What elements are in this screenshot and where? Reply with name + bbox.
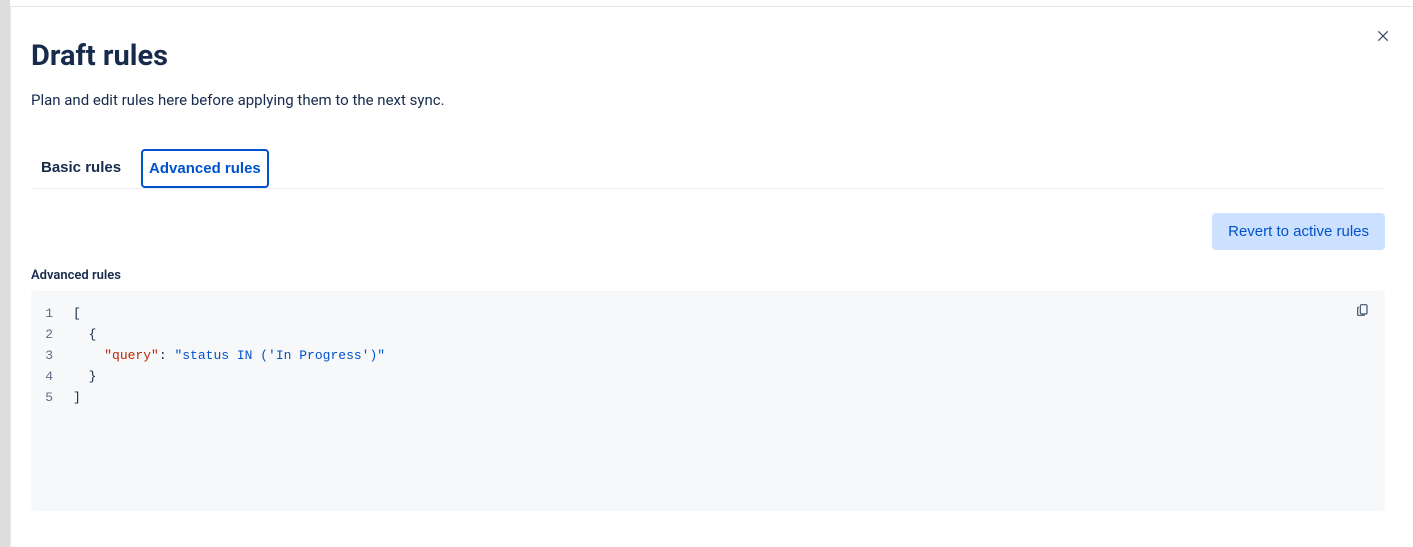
line-number: 3 bbox=[41, 345, 73, 366]
line-content[interactable]: { bbox=[73, 324, 96, 345]
code-line[interactable]: 4 } bbox=[41, 366, 1375, 387]
copy-button[interactable] bbox=[1353, 301, 1373, 321]
code-line[interactable]: 3 "query": "status IN ('In Progress')" bbox=[41, 345, 1375, 366]
line-content[interactable]: [ bbox=[73, 303, 81, 324]
editor-label: Advanced rules bbox=[31, 268, 1385, 283]
tabs: Basic rules Advanced rules bbox=[31, 149, 1385, 189]
code-line[interactable]: 2 { bbox=[41, 324, 1375, 345]
tab-advanced-rules[interactable]: Advanced rules bbox=[141, 149, 269, 188]
line-number: 1 bbox=[41, 303, 73, 324]
line-content[interactable]: ] bbox=[73, 387, 81, 408]
line-number: 5 bbox=[41, 387, 73, 408]
line-content[interactable]: } bbox=[73, 366, 96, 387]
code-editor[interactable]: 1[2 {3 "query": "status IN ('In Progress… bbox=[31, 291, 1385, 511]
backdrop bbox=[0, 0, 10, 547]
revert-button[interactable]: Revert to active rules bbox=[1212, 213, 1385, 250]
tab-basic-rules[interactable]: Basic rules bbox=[31, 149, 131, 188]
close-icon bbox=[1375, 28, 1391, 47]
draft-rules-modal: Draft rules Plan and edit rules here bef… bbox=[10, 6, 1413, 547]
close-button[interactable] bbox=[1371, 25, 1395, 49]
page-subtitle: Plan and edit rules here before applying… bbox=[31, 91, 1385, 109]
actions-row: Revert to active rules bbox=[31, 189, 1385, 268]
page-title: Draft rules bbox=[31, 39, 1385, 73]
line-number: 2 bbox=[41, 324, 73, 345]
line-content[interactable]: "query": "status IN ('In Progress')" bbox=[73, 345, 385, 366]
code-line[interactable]: 1[ bbox=[41, 303, 1375, 324]
line-number: 4 bbox=[41, 366, 73, 387]
code-line[interactable]: 5] bbox=[41, 387, 1375, 408]
code-lines[interactable]: 1[2 {3 "query": "status IN ('In Progress… bbox=[41, 303, 1375, 408]
clipboard-icon bbox=[1355, 302, 1371, 321]
